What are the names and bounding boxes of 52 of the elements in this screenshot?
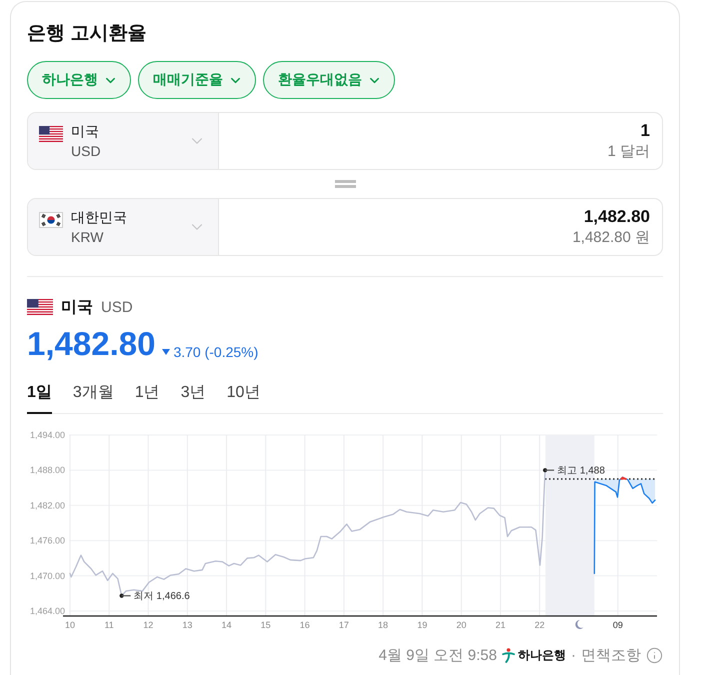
axis-label: 1,494.00 [30,430,66,440]
us-flag-icon [39,126,63,142]
price-marker [120,594,131,598]
chart-annotation: 최저 1,466.6 [134,591,190,602]
country-name: 미국 [61,298,93,318]
period-tab[interactable]: 1일 [27,380,52,414]
exchange-rate: 1,482.80 [27,324,156,364]
period-tab[interactable]: 10년 [226,380,260,414]
amount-in-words: 1 달러 [607,142,650,162]
axis-label: 16 [300,620,310,630]
axis-label: 1,470.00 [30,570,66,581]
axis-label: 1,488.00 [30,465,66,476]
amount-in-words: 1,482.80 원 [572,228,650,248]
equals-icon [334,180,356,188]
axis-label: 10 [65,620,75,630]
axis-label: 19 [417,620,428,630]
currency-code: USD [101,298,133,316]
chart-annotation: 최고 1,488 [557,466,605,477]
update-time: 4월 9일 오전 9:58 [378,646,497,664]
amount-input[interactable]: 1,482.80 1,482.80 원 [219,199,662,255]
price-marker [542,468,554,472]
separator: · [571,646,576,664]
below-close-area [626,479,656,504]
axis-label: 12 [143,620,154,630]
axis-label: 22 [534,620,545,630]
currency-select[interactable]: 미국 USD [28,113,219,169]
axis-label: 11 [104,620,114,630]
axis-label: 14 [222,620,232,630]
axis-label: 15 [260,620,271,630]
axis-label: 18 [378,620,388,630]
rate-change: 3.70 (-0.25%) [173,343,258,361]
card-title: 은행 고시환율 [27,22,146,46]
axis-label: 17 [338,620,349,630]
above-close-area [620,476,627,480]
axis-label: 1,482.00 [30,500,66,510]
axis-label: 21 [495,620,506,630]
axis-label: 1,476.00 [30,536,66,546]
bank-name: 하나은행 [518,646,566,664]
period-tab[interactable]: 1년 [134,380,160,414]
amount-input[interactable]: 1 1 달러 [219,113,662,169]
moon-icon [575,620,584,629]
axis-label: 13 [182,620,192,630]
period-tab[interactable]: 3개월 [72,380,114,414]
us-flag-icon [27,299,53,315]
bank-logo-icon [502,648,515,662]
axis-label: 20 [456,620,466,630]
korea-flag-icon [39,212,63,228]
currency-select[interactable]: 대한민국 KRW [28,199,219,255]
period-tab[interactable]: 3년 [180,380,206,414]
axis-label: 09 [612,620,623,630]
info-icon[interactable] [646,646,663,664]
axis-label: 1,464.00 [30,606,66,616]
